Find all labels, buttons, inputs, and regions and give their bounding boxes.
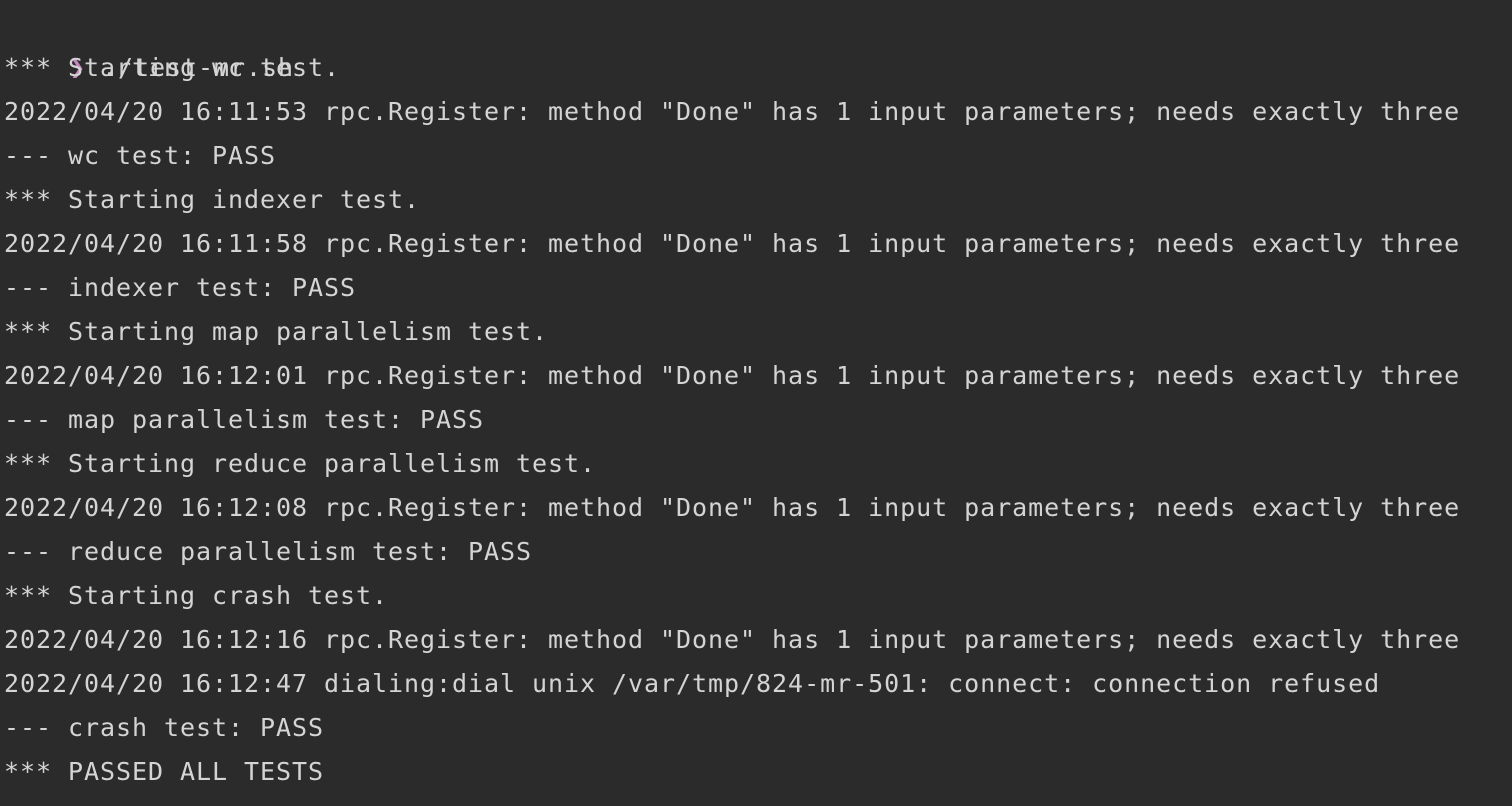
terminal-window[interactable]: ❯ ./test-mr.sh *** Starting wc test. 2022… (0, 0, 1512, 806)
output-line: *** Starting map parallelism test. (4, 317, 549, 346)
output-line: 2022/04/20 16:11:58 rpc.Register: method… (4, 229, 1461, 258)
output-line: *** Starting crash test. (4, 581, 389, 610)
output-line: *** Starting indexer test. (4, 185, 421, 214)
output-line: 2022/04/20 16:12:08 rpc.Register: method… (4, 493, 1461, 522)
output-line: --- indexer test: PASS (4, 273, 357, 302)
output-line: --- crash test: PASS (4, 713, 325, 742)
output-line: --- map parallelism test: PASS (4, 405, 485, 434)
output-line: 2022/04/20 16:12:01 rpc.Register: method… (4, 361, 1461, 390)
output-line: 2022/04/20 16:11:53 rpc.Register: method… (4, 97, 1461, 126)
output-line: 2022/04/20 16:12:16 rpc.Register: method… (4, 625, 1461, 654)
output-line: *** Starting wc test. (4, 53, 341, 82)
output-line: --- wc test: PASS (4, 141, 277, 170)
output-line: *** PASSED ALL TESTS (4, 757, 325, 786)
output-line: *** Starting reduce parallelism test. (4, 449, 597, 478)
output-line: 2022/04/20 16:12:47 dialing:dial unix /v… (4, 669, 1381, 698)
output-line: --- reduce parallelism test: PASS (4, 537, 533, 566)
prompt-line: ❯ ./test-mr.sh (0, 2, 1512, 82)
